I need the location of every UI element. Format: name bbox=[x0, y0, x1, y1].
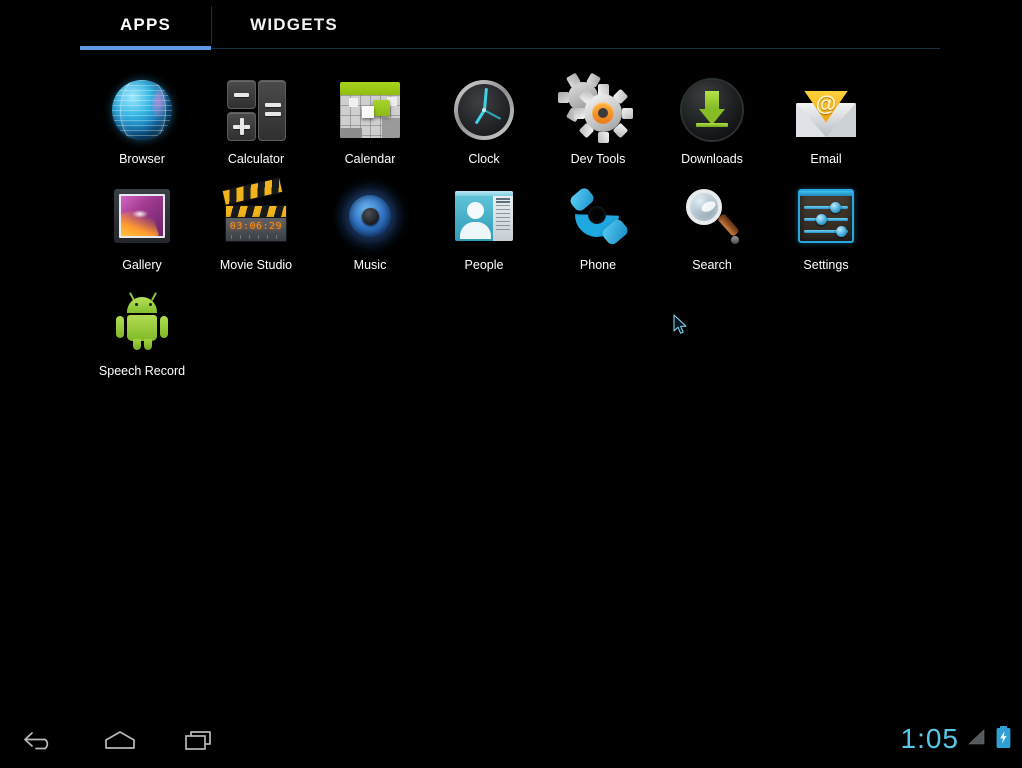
app-label: Dev Tools bbox=[570, 152, 626, 166]
app-label: Search bbox=[692, 258, 732, 272]
contact-card-icon bbox=[448, 180, 520, 252]
app-icon-speech-record[interactable]: Speech Record bbox=[85, 284, 199, 390]
app-icon-phone[interactable]: Phone bbox=[541, 178, 655, 284]
app-label: People bbox=[464, 258, 504, 272]
app-icon-search[interactable]: Search bbox=[655, 178, 769, 284]
phone-handset-icon bbox=[562, 180, 634, 252]
back-icon[interactable] bbox=[12, 722, 68, 758]
app-icon-browser[interactable]: Browser bbox=[85, 72, 199, 178]
calendar-grid-icon bbox=[334, 74, 406, 146]
signal-icon bbox=[967, 727, 987, 752]
browser-globe-icon bbox=[106, 74, 178, 146]
clapperboard-icon: 03:06:29 bbox=[220, 176, 292, 252]
sliders-icon bbox=[790, 180, 862, 252]
tab-apps[interactable]: APPS bbox=[80, 0, 211, 49]
tab-widgets-label: WIDGETS bbox=[250, 14, 338, 34]
mouse-cursor bbox=[673, 314, 689, 336]
envelope-at-icon: @ bbox=[790, 74, 862, 146]
app-label: Calculator bbox=[227, 152, 285, 166]
tab-active-indicator bbox=[80, 46, 211, 50]
clapper-timecode: 03:06:29 bbox=[229, 221, 283, 232]
app-label: Speech Record bbox=[98, 364, 186, 378]
magnifier-icon bbox=[676, 180, 748, 252]
status-area: 1:05 bbox=[901, 724, 1013, 754]
app-icon-movie-studio[interactable]: 03:06:29 Movie Studio bbox=[199, 176, 313, 284]
app-icon-people[interactable]: People bbox=[427, 178, 541, 284]
app-label: Settings bbox=[803, 258, 849, 272]
app-label: Movie Studio bbox=[219, 258, 293, 272]
download-arrow-icon bbox=[676, 74, 748, 146]
app-label: Clock bbox=[468, 152, 500, 166]
framed-photo-icon bbox=[106, 180, 178, 252]
home-icon[interactable] bbox=[92, 722, 148, 758]
app-icon-clock[interactable]: Clock bbox=[427, 72, 541, 178]
tab-apps-label: APPS bbox=[119, 14, 172, 34]
app-icon-gallery[interactable]: Gallery bbox=[85, 178, 199, 284]
tab-widgets[interactable]: WIDGETS bbox=[212, 0, 376, 49]
calculator-keys-icon bbox=[220, 74, 292, 146]
app-icon-calculator[interactable]: Calculator bbox=[199, 72, 313, 178]
gears-icon bbox=[557, 72, 634, 146]
system-navigation-bar: 1:05 bbox=[0, 712, 1022, 768]
app-label: Calendar bbox=[344, 152, 396, 166]
app-icon-downloads[interactable]: Downloads bbox=[655, 72, 769, 178]
tab-divider bbox=[211, 6, 212, 44]
app-label: Gallery bbox=[122, 258, 162, 272]
app-label: Music bbox=[353, 258, 387, 272]
app-icon-dev-tools[interactable]: Dev Tools bbox=[541, 72, 655, 178]
app-icon-music[interactable]: Music bbox=[313, 178, 427, 284]
speaker-icon bbox=[334, 180, 406, 252]
app-label: Email bbox=[810, 152, 842, 166]
app-icon-settings[interactable]: Settings bbox=[769, 178, 883, 284]
battery-charging-icon bbox=[995, 725, 1012, 754]
app-label: Browser bbox=[119, 152, 165, 166]
android-robot-icon bbox=[106, 286, 178, 358]
analog-clock-icon bbox=[448, 74, 520, 146]
app-icon-calendar[interactable]: Calendar bbox=[313, 72, 427, 178]
app-label: Downloads bbox=[681, 152, 743, 166]
app-icon-email[interactable]: @ Email bbox=[769, 72, 883, 178]
recent-apps-icon[interactable] bbox=[172, 722, 228, 758]
android-app-drawer-screen: APPS WIDGETS Browser Calculator Calendar… bbox=[0, 0, 1022, 768]
drawer-tabbar: APPS WIDGETS bbox=[0, 0, 1022, 52]
app-label: Phone bbox=[579, 258, 617, 272]
app-grid: Browser Calculator Calendar Clock Dev To… bbox=[85, 72, 940, 390]
status-clock: 1:05 bbox=[900, 723, 959, 754]
